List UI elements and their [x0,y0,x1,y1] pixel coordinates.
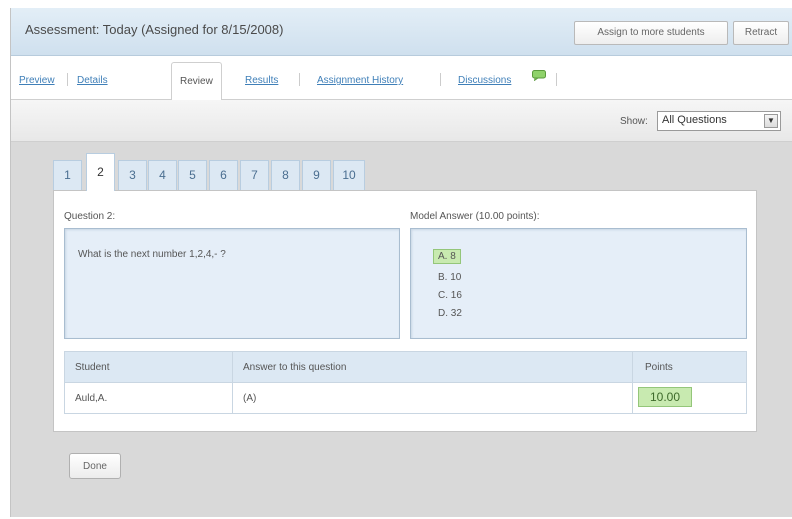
app-frame: Assessment: Today (Assigned for 8/15/200… [10,8,792,517]
student-answers-table: Student Answer to this question Points A… [64,351,747,414]
table-header-row: Student Answer to this question Points [65,352,746,383]
filter-bar: Show: All Questions ▼ [11,100,792,142]
question-tab-10[interactable]: 10 [333,160,365,190]
done-button[interactable]: Done [69,453,121,479]
points-value: 10.00 [638,387,692,407]
model-answer-label: Model Answer (10.00 points): [410,211,540,222]
column-header-answer: Answer to this question [243,362,347,373]
dropdown-arrow-icon: ▼ [764,114,778,128]
tab-divider [67,73,68,86]
question-tab-3[interactable]: 3 [118,160,147,190]
tab-details[interactable]: Details [77,75,108,86]
column-header-student: Student [75,362,110,373]
question-tab-6[interactable]: 6 [209,160,238,190]
chat-bubble-icon[interactable] [532,70,546,81]
question-review-panel: Question 2: Model Answer (10.00 points):… [53,190,757,432]
question-tab-7[interactable]: 7 [240,160,269,190]
answer-choice: C. 16 [438,290,462,301]
tab-divider [556,73,557,86]
page-title: Assessment: Today (Assigned for 8/15/200… [25,22,284,37]
question-tab-9[interactable]: 9 [302,160,331,190]
tab-preview[interactable]: Preview [19,75,55,86]
question-tab-4[interactable]: 4 [148,160,177,190]
question-text: What is the next number 1,2,4,- ? [78,249,226,260]
answer-choice: D. 32 [438,308,462,319]
student-name: Auld,A. [75,393,108,404]
assessment-tabs: Preview Details Review Results Assignmen… [11,56,792,101]
tab-results[interactable]: Results [245,75,278,86]
question-box: What is the next number 1,2,4,- ? [64,228,400,339]
tab-review[interactable]: Review [171,62,222,101]
column-header-points: Points [645,362,673,373]
column-divider [632,352,633,413]
question-label: Question 2: [64,211,116,222]
tab-assignment-history[interactable]: Assignment History [317,75,403,86]
answer-choice: B. 10 [438,272,462,283]
question-tab-8[interactable]: 8 [271,160,300,190]
show-label: Show: [620,116,648,127]
column-divider [232,352,233,413]
student-answer: (A) [243,393,257,404]
retract-button[interactable]: Retract [733,21,789,45]
tab-divider [440,73,441,86]
tab-divider [299,73,300,86]
show-filter-value: All Questions [662,114,727,126]
assessment-header: Assessment: Today (Assigned for 8/15/200… [11,8,792,56]
question-tab-1[interactable]: 1 [53,160,82,190]
answer-choice-correct: A. 8 [433,249,461,264]
show-filter-select[interactable]: All Questions ▼ [657,111,781,131]
tab-discussions[interactable]: Discussions [458,75,511,86]
assign-more-students-button[interactable]: Assign to more students [574,21,728,45]
question-tab-2[interactable]: 2 [86,153,115,191]
question-tab-5[interactable]: 5 [178,160,207,190]
model-answer-box: A. 8 B. 10 C. 16 D. 32 [410,228,747,339]
